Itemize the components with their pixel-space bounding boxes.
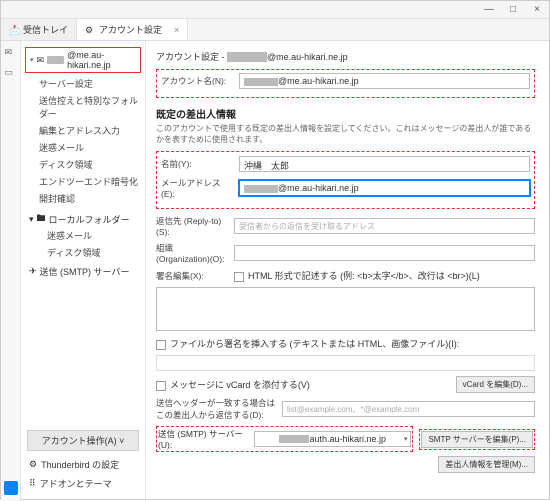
tree-compose[interactable]: 編集とアドレス入力 [39,122,145,139]
tab-label: 受信トレイ [23,23,68,36]
account-ops-button[interactable]: アカウント操作(A) ˅ [27,430,139,451]
vcard-edit-button[interactable]: vCard を編集(D)... [456,376,535,393]
redacted [47,56,64,64]
tree-disk[interactable]: ディスク領域 [39,156,145,173]
smtp-select[interactable]: auth.au-hikari.ne.jp ▾ [254,431,411,447]
tree-receipt[interactable]: 開封確認 [39,190,145,207]
redacted [244,78,278,86]
account-name-label: アカウント名(N): [161,75,233,87]
smtp-server-node[interactable]: ✈ 送信 (SMTP) サーバー [29,265,145,278]
settings-panel: アカウント設定 - @me.au-hikari.ne.jp アカウント名(N):… [146,41,549,501]
vcard-checkbox[interactable]: メッセージに vCard を添付する(V) [156,378,310,391]
gear-icon: ⚙ [29,459,37,470]
chevron-down-icon: ▾ [404,435,408,443]
tree-copies[interactable]: 送信控えと特別なフォルダー [39,92,145,122]
section-hint: このアカウントで使用する既定の差出人情報を設定してください。これはメッセージの差… [156,123,535,145]
close-button[interactable]: × [525,4,549,15]
activity-bar: ✉ ▭ [1,41,21,501]
sig-html-checkbox[interactable]: HTML 形式で記述する (例: <b>太字</b>、改行は <br>)(L) [234,269,480,282]
smtp-label: 送信 (SMTP) サーバー(U): [158,428,248,450]
account-name-field[interactable]: @me.au-hikari.ne.jp [239,73,530,89]
inbox-icon: 📩 [9,25,19,35]
page-title: アカウント設定 - @me.au-hikari.ne.jp [156,49,535,63]
name-label: 名前(Y): [161,158,233,170]
email-field[interactable]: @me.au-hikari.ne.jp [239,180,530,196]
org-label: 組織 (Organization)(O): [156,242,228,264]
chevron-down-icon: ˅ [119,436,124,446]
tree-junk[interactable]: 迷惑メール [39,139,145,156]
account-node[interactable]: ▾ ✉ @me.au-hikari.ne.jp [25,47,141,73]
tree-server[interactable]: サーバー設定 [39,75,145,92]
tab-inbox[interactable]: 📩 受信トレイ [1,19,77,40]
send-icon: ✈ [29,266,37,277]
tab-account-settings[interactable]: ⚙ アカウント設定 × [77,19,188,40]
local-folders[interactable]: ▾ 🖿 ローカルフォルダー [29,211,145,227]
tab-label: アカウント設定 [99,23,162,36]
file-sig-checkbox[interactable]: ファイルから署名を挿入する (テキストまたは HTML、画像ファイル)(I): [156,337,459,350]
addons-themes[interactable]: ⠿アドオンとテーマ [27,474,139,493]
replyto-field[interactable]: 受信者からの返信を受け取るアドレス [234,218,535,234]
addressbook-icon[interactable]: ▭ [5,67,17,79]
maximize-button[interactable]: □ [501,4,525,15]
puzzle-icon: ⠿ [29,478,36,489]
match-header-label: 送信ヘッダーが一致する場合はこの差出人から返信する(D): [156,397,276,421]
account-domain: @me.au-hikari.ne.jp [67,50,136,70]
mail-icon[interactable]: ✉ [5,47,17,59]
match-header-field[interactable]: list@example.com、*@example.com [282,401,535,417]
tab-close-icon[interactable]: × [174,25,179,35]
name-field[interactable]: 沖縄 太郎 [239,156,530,172]
local-junk[interactable]: 迷惑メール [47,227,145,244]
folder-icon: 🖿 [37,211,46,227]
minimize-button[interactable]: — [477,4,501,15]
org-field[interactable] [234,245,535,261]
replyto-label: 返信先 (Reply-to)(S): [156,215,228,237]
account-tree: ▾ ✉ @me.au-hikari.ne.jp サーバー設定 送信控えと特別なフ… [21,41,146,501]
redacted [227,52,267,62]
manage-identities-button[interactable]: 差出人情報を管理(M)... [438,456,535,473]
file-sig-field [156,355,535,371]
section-title: 既定の差出人情報 [156,106,535,121]
redacted [279,435,309,443]
settings-bottom-icon[interactable] [4,481,18,495]
chevron-down-icon: ▾ [30,56,34,64]
email-label: メールアドレス(E): [161,177,233,199]
chevron-down-icon: ▾ [29,214,34,225]
sig-label: 署名編集(X): [156,270,228,282]
gear-icon: ⚙ [85,25,95,35]
tree-e2e[interactable]: エンドツーエンド暗号化 [39,173,145,190]
thunderbird-settings[interactable]: ⚙Thunderbird の設定 [27,455,139,474]
redacted [244,185,278,193]
signature-textarea[interactable] [156,287,535,331]
mail-icon: ✉ [37,55,45,66]
smtp-edit-button[interactable]: SMTP サーバーを編集(P)... [421,431,533,448]
local-disk[interactable]: ディスク領域 [47,244,145,261]
